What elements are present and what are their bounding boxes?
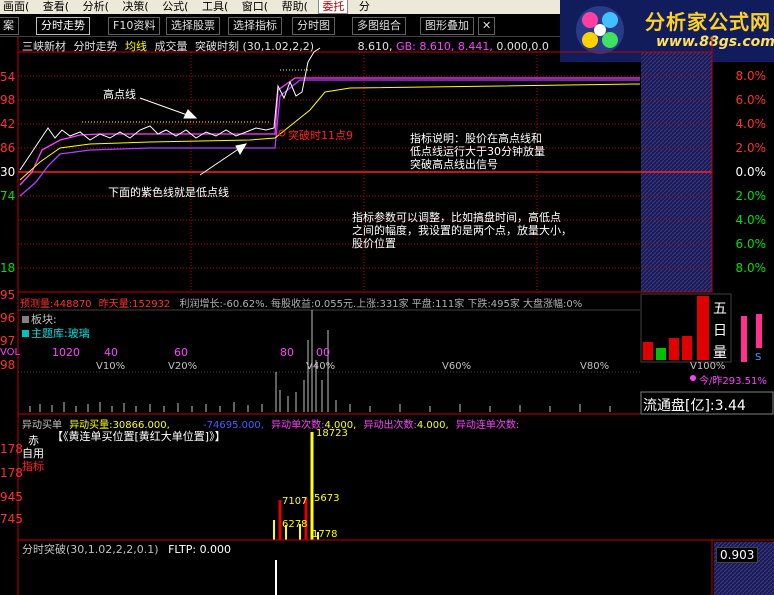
- param-line-3: 股价位置: [352, 237, 396, 250]
- abn-axis-1: 178: [0, 442, 23, 456]
- right-axis-9: 8.0%: [735, 261, 767, 275]
- low-line-label: 下面的紫色线就是低点线: [108, 186, 229, 199]
- vol-tick-1: V10%: [96, 361, 126, 372]
- yesterday-label: 昨天量:: [98, 299, 133, 310]
- vol-scale-2: 40: [104, 346, 118, 359]
- five-day-2: 日: [713, 323, 727, 339]
- ratio-text: 今/昨293.51%: [699, 376, 767, 387]
- abn-axis-4: 745: [0, 512, 23, 526]
- bottom-params: (30,1.02,2,2,0.1): [66, 543, 159, 556]
- right-axis-2: 6.0%: [735, 93, 767, 107]
- vol-tick-6: V100%: [690, 361, 726, 372]
- five-day-3: 量: [713, 345, 727, 361]
- b-label: B: [741, 352, 748, 363]
- annotation-arrows: [139, 97, 248, 176]
- vol-tick-5: V80%: [580, 361, 610, 372]
- vol-scale-1: 1020: [52, 346, 80, 359]
- theme-label: 主题库:玻璃: [22, 325, 90, 341]
- five-day-1: 五: [713, 301, 727, 317]
- sell-count-label: 异动连单次数:: [455, 420, 520, 431]
- right-axis-7: 4.0%: [735, 213, 767, 227]
- vol-tick-2: V20%: [168, 361, 198, 372]
- theme-swatch-icon: [22, 330, 29, 337]
- vol-axis-4: 98: [0, 358, 16, 372]
- high-line-label: 高点线: [103, 88, 136, 101]
- forecast-label: 预测量:: [20, 299, 54, 310]
- vol-scale-5: 00: [316, 346, 330, 359]
- breakout-label: 突破时11点9: [288, 129, 353, 142]
- out-count-label: 异动出次数:: [363, 420, 417, 431]
- vol-tick-3: V40%: [306, 361, 336, 372]
- vol-tick-4: V60%: [442, 361, 472, 372]
- abn-value-5: 1778: [312, 529, 338, 540]
- float-label: 流通盘[亿]:3.44: [643, 395, 746, 415]
- abn-axis-2: 178: [0, 466, 23, 480]
- vol-tag: VOL: [0, 347, 21, 358]
- left-axis-5: 30: [0, 165, 16, 179]
- fltp-value: 0.000: [199, 543, 232, 556]
- s-label: S: [755, 352, 762, 363]
- ratio-dot: [690, 375, 696, 381]
- out-count: 4.000,: [416, 420, 449, 431]
- board-swatch-icon: [22, 316, 29, 323]
- fltp-label: FLTP:: [168, 543, 197, 556]
- note-3: 指标: [22, 460, 44, 473]
- left-axis-4: 86: [0, 141, 16, 155]
- s-bar: [756, 314, 762, 348]
- abn-value-2: 7107: [282, 496, 308, 507]
- abn-value-4: 6278: [282, 519, 308, 530]
- vol-axis-2: 96: [0, 311, 16, 325]
- bottom-label: 分时突破: [22, 543, 66, 556]
- abn-value-3: 5673: [314, 493, 340, 504]
- left-axis-7: 18: [0, 261, 16, 275]
- left-axis-3: 42: [0, 117, 16, 131]
- yesterday-value: 152932: [132, 299, 171, 310]
- left-axis-2: 98: [0, 93, 16, 107]
- right-axis-3: 4.0%: [735, 117, 767, 131]
- theme-text: 主题库:玻璃: [31, 327, 90, 340]
- note-line: 【《黄连单买位置[黄红大单位置]》】: [52, 430, 226, 443]
- right-axis-1: 8.0%: [735, 69, 767, 83]
- profit-info: 利润增长:-60.62%. 每股收益:0.055元.上涨:331家 平盘:111…: [179, 299, 583, 310]
- right-axis-4: 2.0%: [735, 141, 767, 155]
- info-bar: 预测量:448870 昨天量:152932 利润增长:-60.62%. 每股收益…: [20, 295, 582, 310]
- right-axis-8: 6.0%: [735, 237, 767, 251]
- desc-line-3: 突破高点线出信号: [410, 158, 498, 171]
- abn-value-1: 18723: [316, 428, 348, 439]
- float-label-text: 流通盘[亿]:: [643, 398, 715, 414]
- left-axis-6: 74: [0, 189, 16, 203]
- vol-axis-3: 97: [0, 334, 16, 348]
- vol-scale-4: 80: [280, 346, 294, 359]
- abn-axis-3: 945: [0, 490, 23, 504]
- bottom-header: 分时突破(30,1.02,2,2,0.1) FLTP: 0.000: [22, 541, 231, 557]
- left-axis-1: 54: [0, 70, 16, 84]
- vol-scale-3: 60: [174, 346, 188, 359]
- forecast-value: 448870: [53, 299, 92, 310]
- right-axis-5: 0.0%: [735, 165, 767, 179]
- float-value: 3.44: [714, 398, 746, 414]
- bottom-right-value: 0.903: [716, 547, 759, 563]
- right-axis-6: 2.0%: [735, 189, 767, 203]
- vol-axis-1: 95: [0, 288, 16, 302]
